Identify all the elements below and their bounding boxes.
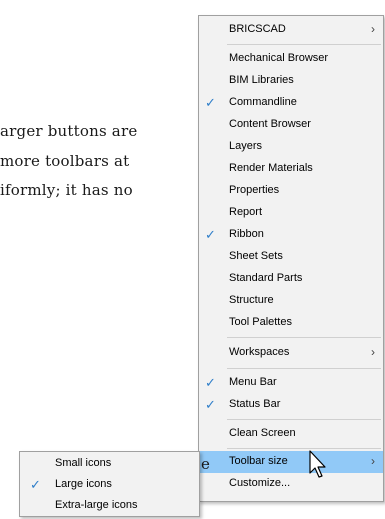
document-text-line-3: iformly; it has no [0, 181, 133, 199]
menu-item-label: Commandline [229, 96, 297, 108]
menu-item-label: Workspaces [229, 346, 290, 358]
submenu-item-small-icons[interactable]: Small icons [20, 453, 199, 475]
submenu-item-large-icons[interactable]: ✓ Large icons [20, 474, 199, 496]
document-text-line-2: more toolbars at [0, 152, 130, 170]
menu-separator [227, 419, 381, 420]
menu-item-label: Mechanical Browser [229, 52, 329, 64]
menu-item-label: Clean Screen [229, 427, 296, 439]
menu-item-clean-screen[interactable]: Clean Screen [199, 423, 383, 445]
menu-separator [227, 448, 381, 449]
menu-item-mechanical-browser[interactable]: Mechanical Browser [199, 48, 383, 70]
menu-item-label: Standard Parts [229, 272, 303, 284]
menu-item-label: BIM Libraries [229, 74, 294, 86]
menu-item-label: Status Bar [229, 398, 281, 410]
menu-item-properties[interactable]: Properties [199, 180, 383, 202]
menu-item-label: Customize... [229, 477, 291, 489]
menu-item-toolbar-size[interactable]: Toolbar size › [199, 451, 383, 473]
menu-item-tool-palettes[interactable]: Tool Palettes [199, 312, 383, 334]
submenu-arrow-icon: › [371, 454, 375, 468]
menu-item-label: Report [229, 206, 263, 218]
menu-item-label: Sheet Sets [229, 250, 283, 262]
menu-separator [227, 337, 381, 338]
menu-item-menu-bar[interactable]: ✓ Menu Bar [199, 372, 383, 394]
menu-item-status-bar[interactable]: ✓ Status Bar [199, 394, 383, 416]
menu-item-label: Render Materials [229, 162, 313, 174]
menu-item-bim-libraries[interactable]: BIM Libraries [199, 70, 383, 92]
submenu-item-label: Small icons [55, 457, 112, 469]
checkmark-icon: ✓ [205, 375, 216, 390]
menu-item-customize[interactable]: Customize... [199, 473, 383, 495]
menu-item-report[interactable]: Report [199, 202, 383, 224]
submenu-item-extra-large-icons[interactable]: Extra-large icons [20, 495, 199, 517]
menu-separator [227, 44, 381, 45]
menu-item-content-browser[interactable]: Content Browser [199, 114, 383, 136]
mouse-pointer-icon [309, 450, 326, 478]
menu-item-standard-parts[interactable]: Standard Parts [199, 268, 383, 290]
menu-item-sheet-sets[interactable]: Sheet Sets [199, 246, 383, 268]
document-text-fragment: e [201, 455, 210, 473]
menu-item-workspaces[interactable]: Workspaces › [199, 342, 383, 364]
checkmark-icon: ✓ [30, 477, 41, 492]
context-menu: BRICSCAD › Mechanical Browser BIM Librar… [198, 15, 384, 502]
menu-item-commandline[interactable]: ✓ Commandline [199, 92, 383, 114]
checkmark-icon: ✓ [205, 397, 216, 412]
toolbar-size-submenu: Small icons ✓ Large icons Extra-large ic… [19, 451, 200, 517]
menu-item-label: Properties [229, 184, 280, 196]
menu-item-ribbon[interactable]: ✓ Ribbon [199, 224, 383, 246]
checkmark-icon: ✓ [205, 227, 216, 242]
submenu-item-label: Large icons [55, 478, 112, 490]
menu-item-label: Layers [229, 140, 263, 152]
menu-item-structure[interactable]: Structure [199, 290, 383, 312]
menu-item-layers[interactable]: Layers [199, 136, 383, 158]
menu-item-label: Ribbon [229, 228, 264, 240]
menu-item-label: BRICSCAD [229, 23, 286, 35]
menu-item-label: Toolbar size [229, 455, 288, 467]
checkmark-icon: ✓ [205, 95, 216, 110]
menu-item-label: Structure [229, 294, 274, 306]
menu-item-render-materials[interactable]: Render Materials [199, 158, 383, 180]
menu-item-label: Tool Palettes [229, 316, 292, 328]
document-text-line-1: arger buttons are [0, 122, 138, 140]
menu-item-label: Content Browser [229, 118, 311, 130]
submenu-arrow-icon: › [371, 345, 375, 359]
submenu-item-label: Extra-large icons [55, 499, 138, 511]
menu-separator [227, 368, 381, 369]
submenu-arrow-icon: › [371, 22, 375, 36]
menu-item-label: Menu Bar [229, 376, 277, 388]
menu-item-bricscad[interactable]: BRICSCAD › [199, 19, 383, 41]
